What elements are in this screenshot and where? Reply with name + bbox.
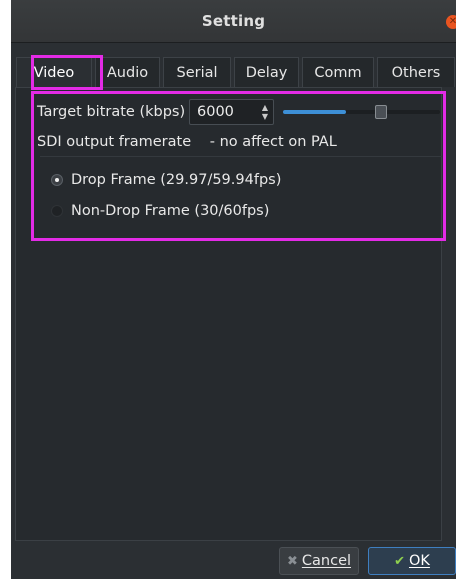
cancel-icon: ✖ [286, 554, 298, 569]
slider-handle[interactable] [375, 105, 388, 119]
bitrate-value[interactable]: 6000 [197, 100, 234, 124]
framerate-options: Drop Frame (29.97/59.94fps) Non-Drop Fra… [40, 156, 442, 237]
close-icon: ✕ [448, 16, 456, 27]
spin-arrows-icon[interactable]: ▲ ▼ [259, 103, 271, 121]
close-button[interactable]: ✕ [446, 15, 456, 29]
framerate-note: - no affect on PAL [209, 134, 337, 150]
bitrate-label: Target bitrate (kbps) [37, 104, 186, 120]
check-icon: ✔ [394, 554, 405, 569]
cancel-button[interactable]: ✖ Cancel [279, 547, 359, 575]
tab-comm[interactable]: Comm [302, 57, 374, 87]
drop-frame-label[interactable]: Drop Frame (29.97/59.94fps) [71, 168, 281, 192]
bitrate-slider[interactable] [283, 105, 440, 119]
slider-fill [283, 110, 346, 114]
radio-unselected-icon[interactable] [51, 205, 63, 217]
tab-others[interactable]: Others [377, 57, 455, 87]
tab-delay[interactable]: Delay [234, 57, 299, 87]
title-bar[interactable]: Setting ✕ [11, 0, 456, 43]
ok-label: OK [408, 553, 430, 569]
bitrate-spinbox[interactable]: 6000 ▲ ▼ [189, 99, 274, 125]
tab-audio[interactable]: Audio [95, 57, 160, 87]
dialog-title: Setting [201, 12, 266, 30]
cancel-label: Cancel [301, 553, 352, 569]
tab-serial[interactable]: Serial [163, 57, 231, 87]
framerate-label-row: SDI output framerate - no affect on PAL [37, 130, 337, 154]
radio-selected-icon[interactable] [51, 174, 63, 186]
non-drop-frame-label[interactable]: Non-Drop Frame (30/60fps) [71, 199, 269, 223]
framerate-label: SDI output framerate [37, 134, 192, 150]
ok-button[interactable]: ✔ OK [368, 547, 456, 575]
tab-video[interactable]: Video [16, 57, 92, 89]
